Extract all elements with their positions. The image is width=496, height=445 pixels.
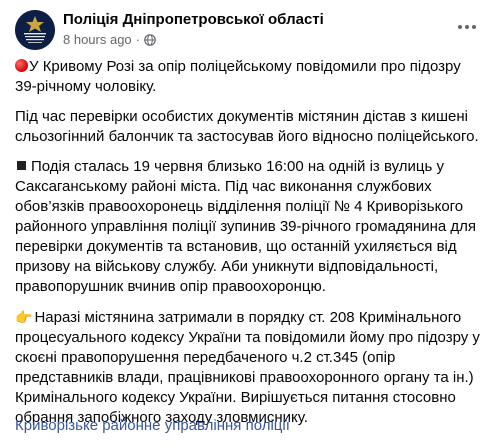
post-paragraph-2: Під час перевірки особистих документів м… (15, 107, 485, 147)
meta-separator: · (135, 32, 141, 47)
black-square-icon (17, 161, 26, 170)
post-meta: 8 hours ago · (63, 32, 156, 47)
more-options-button[interactable] (453, 12, 481, 40)
pointing-hand-icon: 👉 (15, 309, 33, 325)
page-name-link[interactable]: Поліція Дніпропетровської області (63, 11, 324, 28)
department-link[interactable]: Криворізьке районне управління поліції (15, 417, 290, 434)
post-body: У Кривому Розі за опір поліцейському пов… (15, 57, 485, 438)
post-paragraph-3: Подія сталась 19 червня близько 16:00 на… (15, 157, 485, 297)
globe-icon (144, 33, 156, 46)
more-options-icon (457, 17, 477, 35)
paragraph-1-text: У Кривому Розі за опір поліцейському пов… (15, 58, 461, 95)
post-paragraph-1: У Кривому Розі за опір поліцейському пов… (15, 57, 485, 97)
paragraph-4-text: Наразі містянина затримали в порядку ст.… (15, 309, 480, 426)
post-header: Поліція Дніпропетровської області 8 hour… (15, 10, 485, 52)
police-emblem-icon[interactable] (15, 10, 55, 50)
paragraph-2-text: Під час перевірки особистих документів м… (15, 108, 479, 145)
post-paragraph-4: 👉 Наразі містянина затримали в порядку ст… (15, 307, 485, 428)
paragraph-3-text: Подія сталась 19 червня близько 16:00 на… (15, 158, 477, 295)
red-circle-icon (15, 59, 28, 72)
post-time-link[interactable]: 8 hours ago (63, 32, 132, 47)
facebook-post: Поліція Дніпропетровської області 8 hour… (0, 0, 496, 445)
